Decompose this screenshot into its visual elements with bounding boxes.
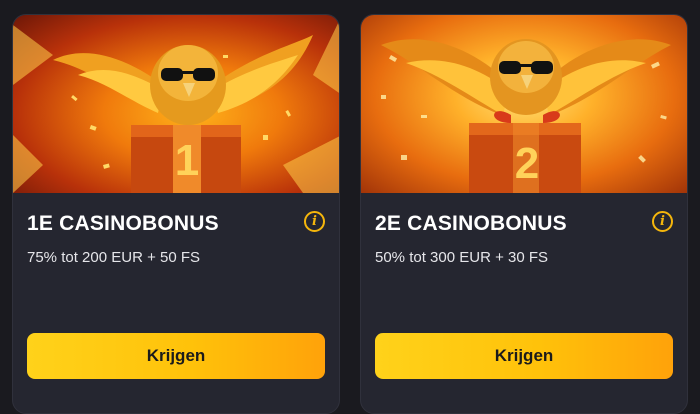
eagle-gift-illustration: 1 [13,21,339,193]
bonus-cards: 1 1E CASINOBONUS 75% tot 200 EUR + 50 FS… [0,0,700,414]
bonus-offer-text: 75% tot 200 EUR + 50 FS [27,249,201,266]
gift-number-2: 2 [515,139,539,188]
claim-bonus-button[interactable]: Krijgen [375,333,673,379]
info-icon[interactable]: i [304,211,325,232]
gift-number-1: 1 [175,136,199,185]
info-icon[interactable]: i [652,211,673,232]
bonus-card-1: 1 1E CASINOBONUS 75% tot 200 EUR + 50 FS… [12,14,340,414]
eagle-gift-illustration: 2 [381,39,671,193]
bonus-card-2: 2 2E CASINOBONUS 50% tot 300 EUR + 30 FS… [360,14,688,414]
bonus-title: 2E CASINOBONUS [375,212,567,235]
bonus-offer-text: 50% tot 300 EUR + 30 FS [375,249,549,266]
bonus-card-1-illustration: 1 [13,15,339,193]
claim-bonus-button[interactable]: Krijgen [27,333,325,379]
bonus-card-1-body: 1E CASINOBONUS 75% tot 200 EUR + 50 FS i [13,193,339,413]
bonus-title: 1E CASINOBONUS [27,212,219,235]
bonus-card-2-body: 2E CASINOBONUS 50% tot 300 EUR + 30 FS i [361,193,687,413]
bonus-card-2-illustration: 2 [361,15,687,193]
